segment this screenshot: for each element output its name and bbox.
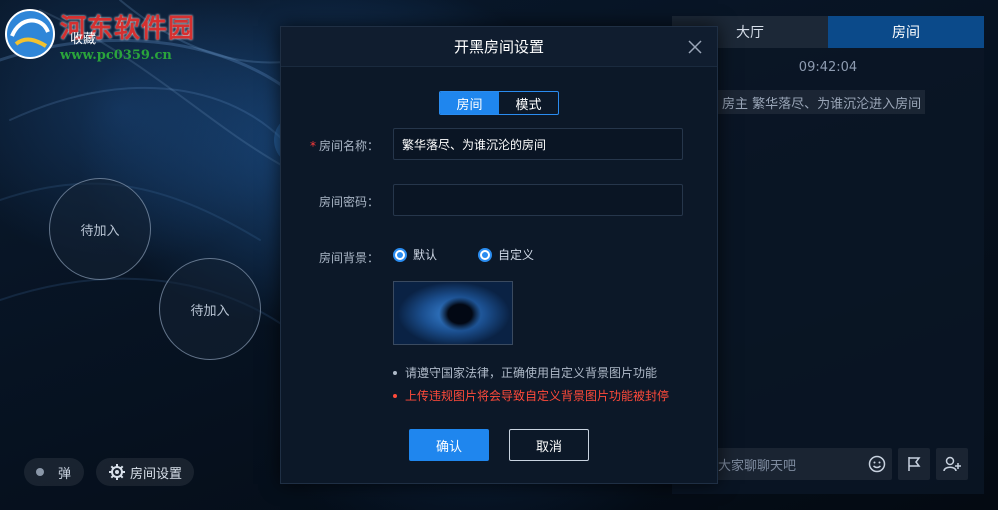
bullet-comment-toggle[interactable]: 弹 (24, 458, 84, 486)
room-name-label: * 房间名称： (309, 139, 379, 153)
mode-switch: 房间 模式 (439, 91, 559, 115)
gear-icon (109, 464, 125, 480)
seat-label: 待加入 (190, 303, 230, 319)
seat-empty-2[interactable]: 待加入 (159, 258, 261, 360)
usage-note-text: 请遵守国家法律，正确使用自定义背景图片功能 (405, 366, 658, 380)
tab-room[interactable]: 房间 (828, 16, 984, 48)
dialog-header: 开黑房间设置 (281, 27, 717, 67)
bg-option-label: 默认 (413, 248, 438, 262)
tab-room-settings[interactable]: 房间 (440, 92, 499, 114)
emoji-icon (868, 455, 886, 473)
watermark-logo: 河东软件园 收藏 www.pc0359.cn (0, 4, 210, 64)
bullet-icon (393, 393, 397, 398)
watermark-globe-icon (5, 9, 55, 59)
invite-user-button[interactable] (936, 448, 968, 480)
bg-option-custom[interactable]: 自定义 (478, 246, 534, 263)
warning-note-text: 上传违规图片将会导致自定义背景图片功能被封停 (405, 389, 670, 403)
dialog-title: 开黑房间设置 (453, 38, 544, 56)
favorites-tab[interactable]: 收藏 (70, 28, 96, 47)
room-settings-label: 房间设置 (130, 466, 183, 482)
bullet-icon (393, 370, 397, 375)
seat-label: 待加入 (80, 223, 120, 239)
chat-tabs: 大厅 房间 (672, 16, 984, 48)
required-mark: * (309, 139, 316, 153)
background-preview-image[interactable] (393, 281, 513, 345)
radio-selected-icon (478, 247, 492, 262)
close-icon[interactable] (687, 39, 703, 55)
add-user-icon (943, 456, 961, 472)
watermark-url: www.pc0359.cn (60, 48, 172, 63)
room-settings-dialog: 开黑房间设置 房间 模式 * 房间名称： 繁华落尽、为谁沉沦的房间 房间密码： 房… (280, 26, 718, 484)
bg-option-label: 自定义 (498, 248, 535, 262)
emoji-button[interactable] (862, 448, 892, 480)
usage-note: 请遵守国家法律，正确使用自定义背景图片功能 (393, 364, 657, 381)
bg-option-default[interactable]: 默认 (393, 246, 437, 263)
seat-empty-1[interactable]: 待加入 (49, 178, 151, 280)
room-settings-button[interactable]: 房间设置 (96, 458, 194, 486)
tab-mode-settings[interactable]: 模式 (499, 92, 558, 114)
chat-panel: 大厅 房间 09:42:04 房主 繁华落尽、为谁沉沦进入房间 大家聊聊天吧 (672, 16, 984, 494)
room-password-label: 房间密码： (318, 195, 379, 209)
bullet-toggle-label: 弹 (58, 466, 72, 482)
radio-selected-icon (393, 247, 407, 262)
warning-note: 上传违规图片将会导致自定义背景图片功能被封停 (393, 387, 669, 404)
chat-system-message: 房主 繁华落尽、为谁沉沦进入房间 (718, 90, 926, 114)
room-name-field[interactable]: 繁华落尽、为谁沉沦的房间 (393, 128, 683, 160)
toggle-dot-icon (36, 468, 44, 476)
chat-timestamp: 09:42:04 (798, 60, 858, 75)
room-name-value: 繁华落尽、为谁沉沦的房间 (402, 137, 547, 152)
room-password-field[interactable] (393, 184, 683, 216)
cancel-button[interactable]: 取消 (509, 429, 589, 461)
confirm-button[interactable]: 确认 (409, 429, 489, 461)
room-background-label: 房间背景： (318, 251, 379, 265)
flag-icon (908, 457, 921, 471)
report-button[interactable] (898, 448, 930, 480)
